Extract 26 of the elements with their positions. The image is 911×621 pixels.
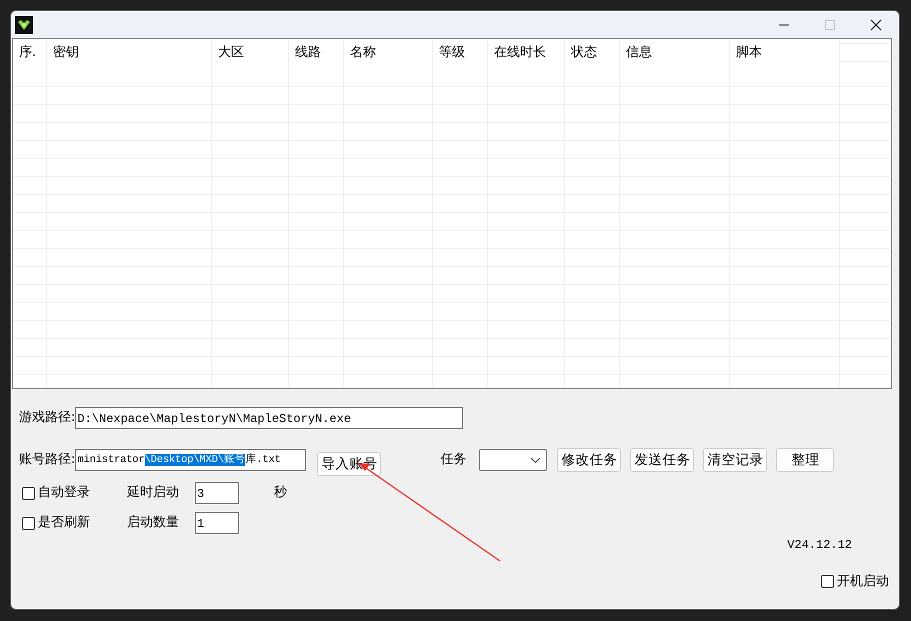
version-label: V24.12.12 <box>787 537 852 554</box>
app-icon <box>15 16 33 34</box>
launch-count-label: 启动数量 <box>127 514 179 532</box>
autostart-label: 开机启动 <box>837 573 889 591</box>
delay-field[interactable]: 3 <box>195 482 239 504</box>
delay-label: 延时启动 <box>127 484 179 502</box>
checkbox[interactable] <box>22 516 35 530</box>
account-path-label: 账号路径: <box>19 451 76 470</box>
game-path-field[interactable]: D:\Nexpace\MaplestoryN\MapleStoryN.exe <box>75 407 464 429</box>
checkbox[interactable] <box>821 575 834 588</box>
maximize-icon <box>825 20 835 30</box>
account-path-field[interactable]: ministrator\Desktop\MXD\账号库.txt <box>75 449 306 471</box>
task-button[interactable]: 修改任务 <box>557 448 622 472</box>
task-button[interactable]: 清空记录 <box>703 448 768 472</box>
task-button[interactable]: 发送任务 <box>630 448 694 472</box>
launch-count-field[interactable]: 1 <box>195 512 239 534</box>
caret-icon <box>531 458 540 462</box>
close-icon <box>871 20 881 30</box>
task-dropdown[interactable] <box>479 449 548 471</box>
checkbox[interactable] <box>22 486 35 500</box>
refresh-label: 是否刷新 <box>38 514 90 532</box>
seconds-label: 秒 <box>274 484 287 502</box>
task-label: 任务 <box>440 451 466 470</box>
auto-login-label: 自动登录 <box>38 484 90 502</box>
task-button[interactable]: 整理 <box>776 448 834 472</box>
game-path-label: 游戏路径: <box>19 409 76 428</box>
